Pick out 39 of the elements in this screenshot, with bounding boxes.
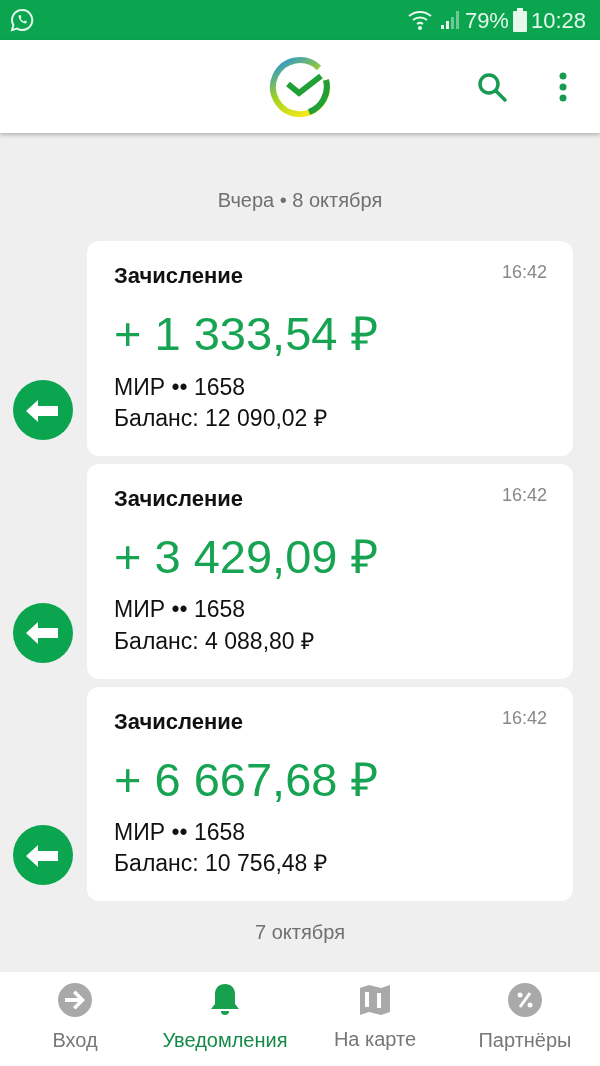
notification-card[interactable]: Зачисление 16:42 + 3 429,09 ₽ МИР •• 1658 Баланс: 4 088,80 ₽: [87, 463, 573, 679]
logo-icon: [269, 55, 331, 118]
arrow-right-icon: [58, 983, 92, 1017]
nav-tab[interactable]: На карте: [300, 984, 450, 1054]
balance: Баланс: 12 090,02 ₽: [114, 404, 327, 431]
map-icon: [359, 984, 391, 1016]
amount: + 3 429,09 ₽: [114, 530, 378, 583]
amount: + 6 667,68 ₽: [114, 753, 378, 806]
date-header: 7 октября: [255, 920, 345, 946]
arrow-left-icon: [26, 845, 60, 868]
search-button[interactable]: [476, 70, 508, 103]
notification-time: 16:42: [501, 483, 547, 507]
percent-icon: [508, 983, 542, 1017]
arrow-left-icon: [26, 399, 60, 422]
amount: + 1 333,54 ₽: [114, 308, 378, 360]
arrow-left-icon: [26, 622, 60, 645]
chat-icon: [10, 8, 34, 32]
notification-time: 16:42: [501, 261, 547, 284]
notification-card[interactable]: Зачисление 16:42 + 1 333,54 ₽ МИР •• 1658 Баланс: 12 090,02 ₽: [87, 241, 573, 456]
battery-icon: [512, 8, 527, 32]
signal-icon: [438, 9, 461, 31]
bell-icon: [210, 983, 240, 1017]
search-icon: [476, 70, 508, 103]
nav-tab[interactable]: Уведомления: [150, 983, 300, 1055]
balance: Баланс: 10 756,48 ₽: [114, 850, 327, 877]
card-number: МИР •• 1658: [114, 819, 246, 846]
notification-title: Зачисление: [114, 707, 243, 736]
card-number: МИР •• 1658: [114, 373, 246, 400]
date-header: Вчера • 8 октября: [217, 188, 383, 213]
notification-title: Зачисление: [114, 262, 243, 290]
balance: Баланс: 4 088,80 ₽: [114, 627, 314, 654]
battery-percent: 79%: [464, 6, 509, 35]
notification-title: Зачисление: [114, 484, 243, 513]
nav-tab[interactable]: Партнёры: [450, 983, 600, 1055]
notification-card[interactable]: Зачисление 16:42 + 6 667,68 ₽ МИР •• 1658 Баланс: 10 756,48 ₽: [87, 686, 573, 902]
clock: 10:28: [530, 6, 586, 35]
notification-time: 16:42: [501, 706, 547, 730]
card-number: МИР •• 1658: [114, 596, 246, 623]
nav-tab[interactable]: Вход: [0, 983, 150, 1055]
